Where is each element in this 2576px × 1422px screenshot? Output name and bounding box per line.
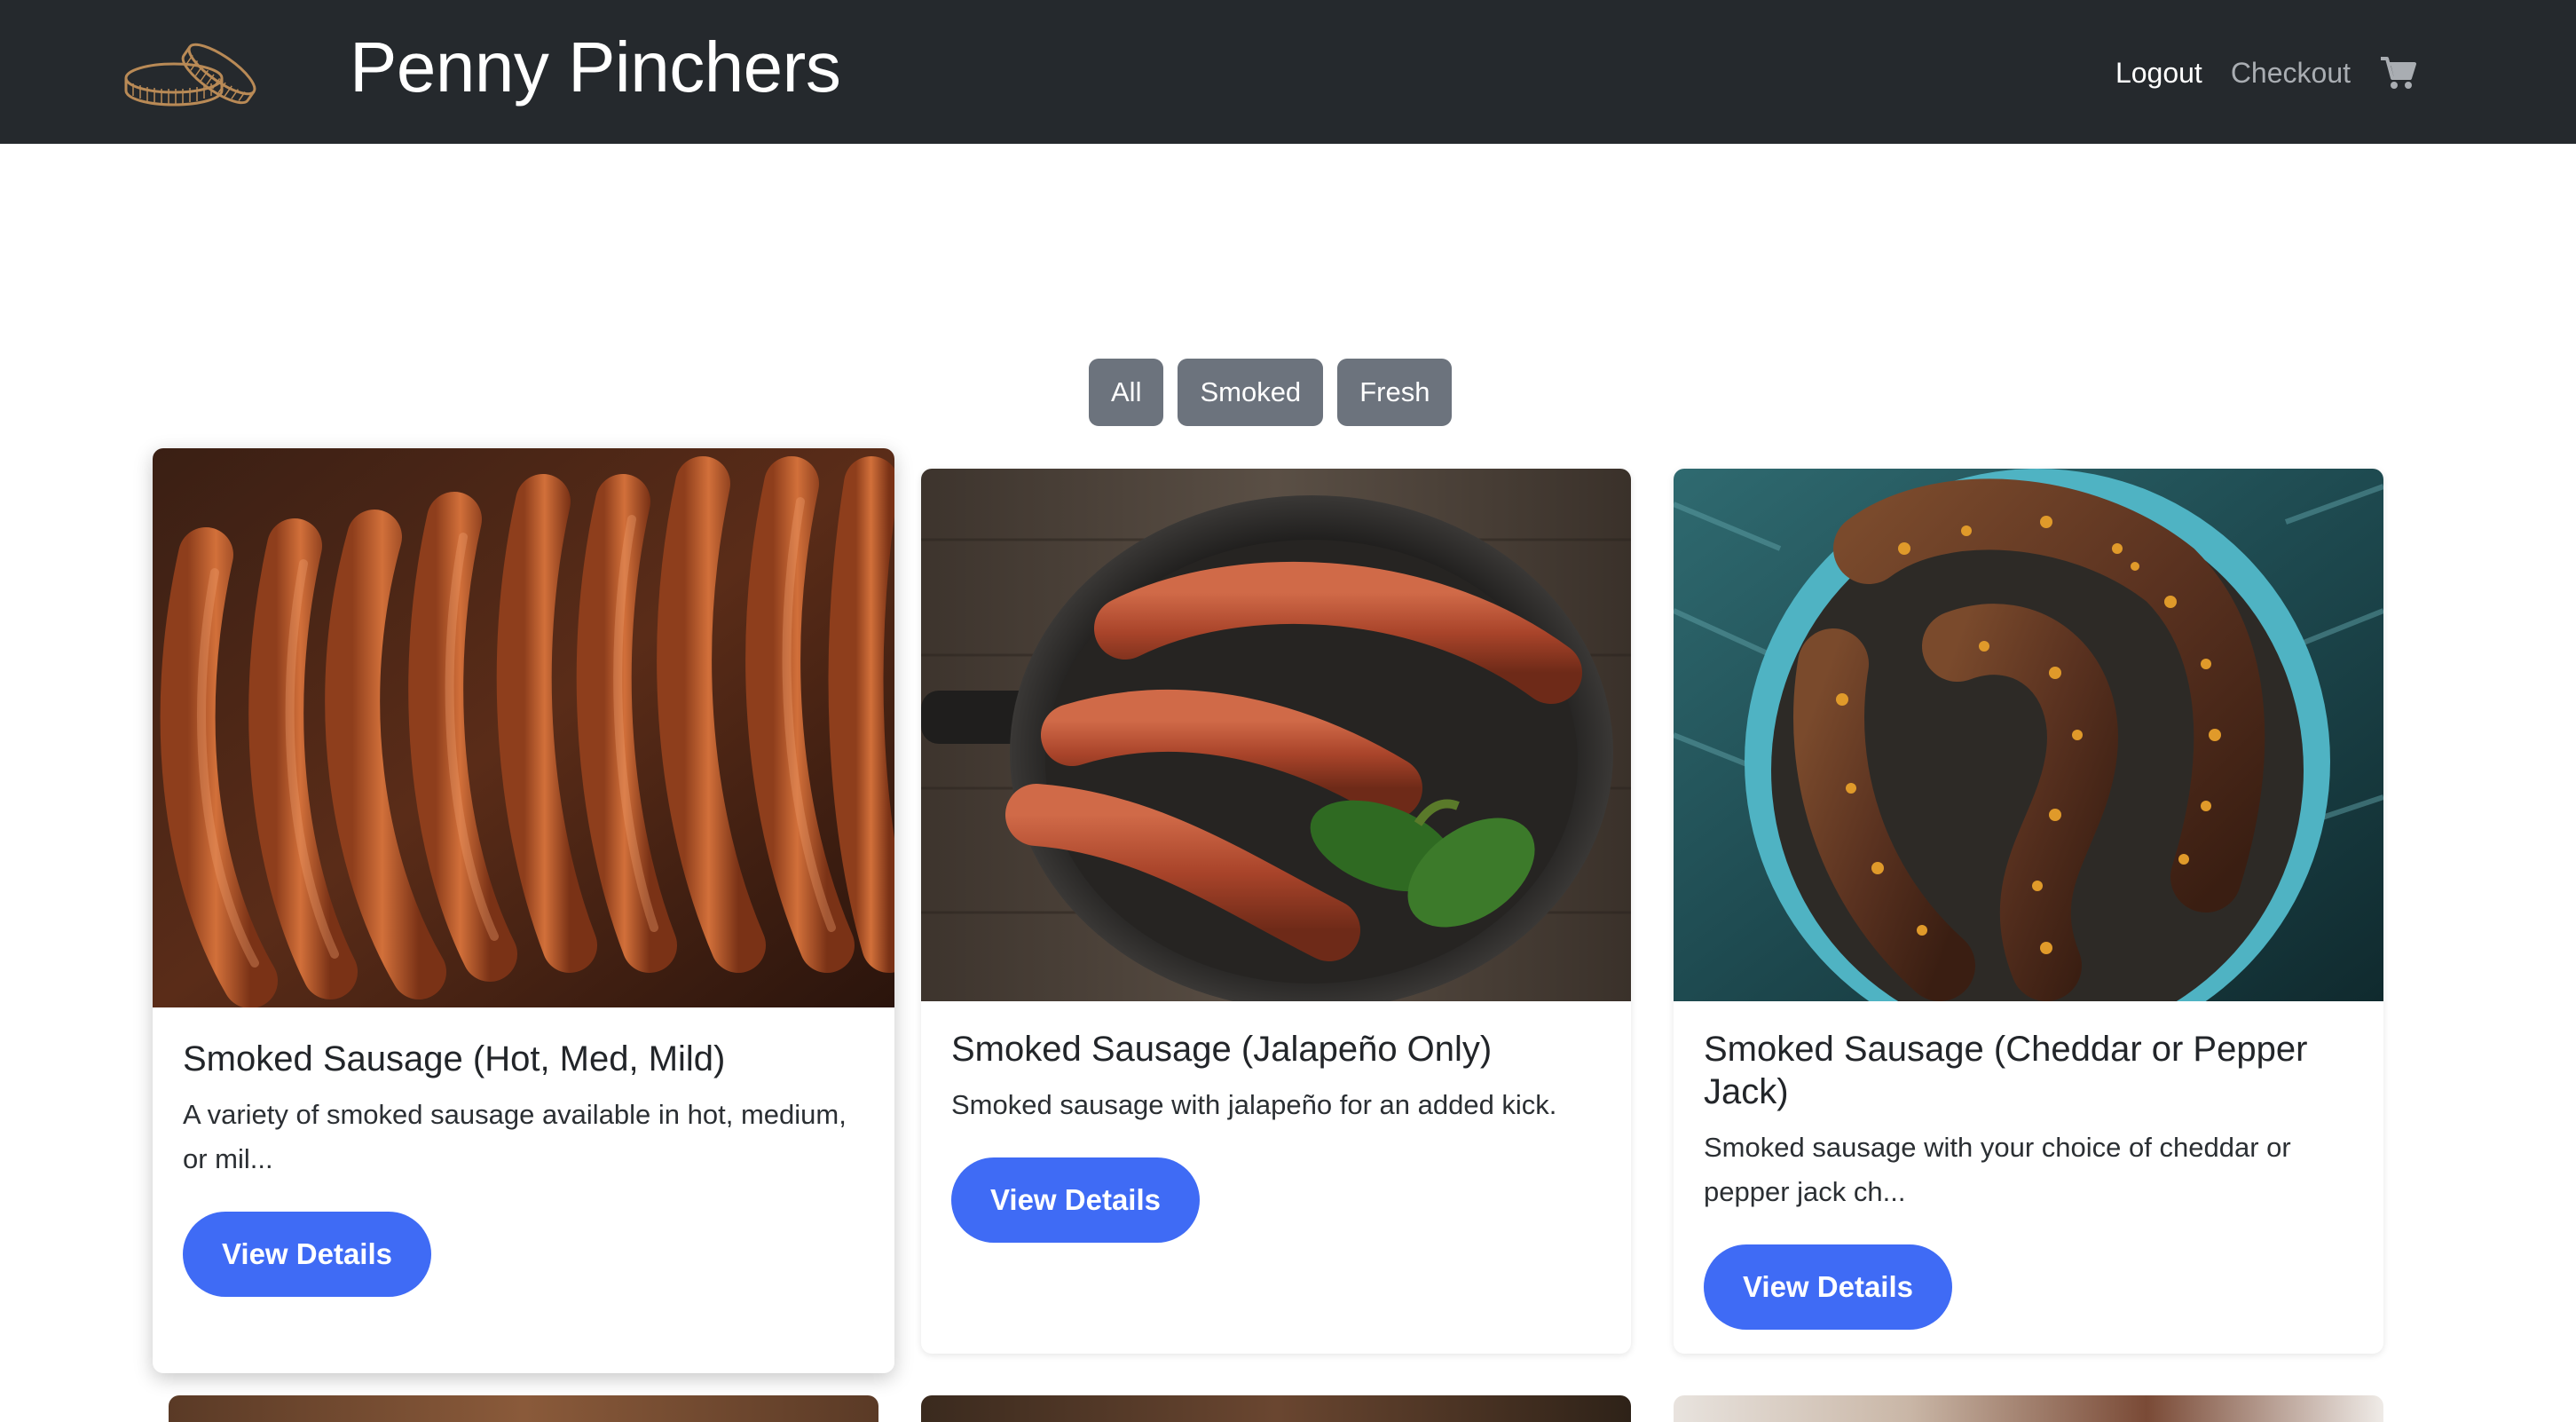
card-body: Smoked Sausage (Hot, Med, Mild) A variet…	[183, 1038, 868, 1297]
view-details-button[interactable]: View Details	[1704, 1244, 1952, 1330]
product-card[interactable]: Smoked Sausage (Jalapeño Only) Smoked sa…	[921, 469, 1631, 1354]
coins-icon[interactable]	[124, 28, 268, 114]
product-card[interactable]: Smoked Sausage (Cheddar or Pepper Jack) …	[1674, 469, 2383, 1354]
product-description: Smoked sausage with jalapeño for an adde…	[951, 1089, 1557, 1120]
navbar: Penny Pinchers Logout Checkout	[0, 0, 2576, 144]
filter-fresh-button[interactable]: Fresh	[1337, 359, 1453, 426]
product-title: Smoked Sausage (Hot, Med, Mild)	[183, 1039, 726, 1078]
product-card-peek[interactable]	[1674, 1395, 2383, 1422]
product-description: Smoked sausage with your choice of chedd…	[1704, 1132, 2291, 1207]
product-card-peek[interactable]	[169, 1395, 878, 1422]
checkout-link[interactable]: Checkout	[2231, 55, 2351, 91]
cheddar-sausages-in-blue-bowl-photo	[1674, 469, 2383, 1001]
product-card-peek[interactable]	[921, 1395, 1631, 1422]
sausages-in-skillet-with-jalapenos-photo	[921, 469, 1631, 1001]
card-body: Smoked Sausage (Cheddar or Pepper Jack) …	[1704, 1028, 2357, 1330]
product-title: Smoked Sausage (Cheddar or Pepper Jack)	[1704, 1030, 2308, 1111]
category-filters: All Smoked Fresh	[0, 359, 2576, 426]
product-title: Smoked Sausage (Jalapeño Only)	[951, 1030, 1493, 1069]
card-body: Smoked Sausage (Jalapeño Only) Smoked sa…	[951, 1028, 1604, 1243]
hanging-smoked-sausages-photo	[153, 448, 894, 1007]
product-description: A variety of smoked sausage available in…	[183, 1099, 847, 1174]
filter-smoked-button[interactable]: Smoked	[1178, 359, 1324, 426]
shopping-cart-icon[interactable]	[2379, 55, 2416, 91]
logout-link[interactable]: Logout	[2115, 55, 2202, 91]
view-details-button[interactable]: View Details	[183, 1212, 431, 1297]
product-card[interactable]: Smoked Sausage (Hot, Med, Mild) A variet…	[153, 448, 894, 1373]
view-details-button[interactable]: View Details	[951, 1157, 1200, 1243]
brand-title[interactable]: Penny Pinchers	[350, 25, 841, 110]
filter-all-button[interactable]: All	[1089, 359, 1164, 426]
nav-links: Logout Checkout	[2115, 46, 2416, 99]
